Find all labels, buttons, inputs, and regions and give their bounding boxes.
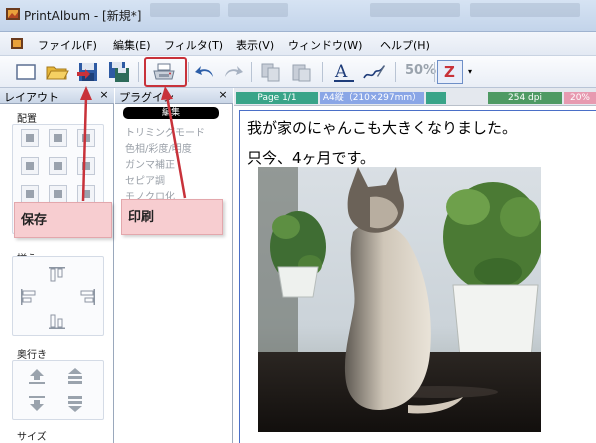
save-as-disk-icon (109, 62, 129, 82)
placement-section-title: 配置 (17, 114, 37, 125)
document-status-bar: Page 1/1 A4縦（210×297mm） 254 dpi 20% (234, 88, 596, 106)
title-bar: PrintAlbum - [新規*] (0, 0, 596, 32)
menu-filter[interactable]: フィルタ(T) (164, 37, 223, 53)
toolbar-separator (322, 62, 323, 82)
save-button[interactable] (76, 60, 100, 84)
menu-edit[interactable]: 編集(E) (113, 37, 151, 53)
place-bottom-right-button[interactable] (77, 185, 95, 203)
dpi-indicator: 254 dpi (488, 92, 562, 104)
new-document-icon (16, 64, 36, 80)
document-area: Page 1/1 A4縦（210×297mm） 254 dpi 20% 我が家の… (234, 88, 596, 443)
document-text-line-1[interactable]: 我が家のにゃんこも大きくなりました。 (247, 117, 517, 138)
undo-button[interactable] (193, 60, 217, 84)
folder-icon (46, 66, 69, 80)
bring-to-front-icon[interactable] (65, 367, 85, 387)
plugin-panel-title: プラグイン (119, 91, 174, 104)
align-top-icon[interactable] (47, 265, 67, 285)
window-title: PrintAlbum - [新規*] (24, 9, 142, 23)
z-label: Z (444, 63, 455, 81)
toolbar-separator (138, 62, 139, 82)
place-bottom-center-button[interactable] (49, 185, 67, 203)
plugin-item-hue-saturation[interactable]: 色相/彩度/明度 (125, 140, 192, 155)
open-button[interactable] (45, 60, 69, 84)
document-page[interactable]: 我が家のにゃんこも大きくなりました。 只今、4ヶ月です。 (239, 110, 596, 443)
pen-icon (363, 65, 385, 79)
background-window-text (150, 3, 220, 17)
toolbar-separator (188, 62, 189, 82)
place-center-button[interactable] (49, 157, 67, 175)
menu-file[interactable]: ファイル(F) (38, 37, 97, 53)
document-text-line-2[interactable]: 只今、4ヶ月です。 (247, 147, 375, 168)
draw-button[interactable] (362, 60, 386, 84)
paper-size-indicator: A4縦（210×297mm） (320, 92, 424, 104)
background-window-text (228, 3, 288, 17)
place-middle-right-button[interactable] (77, 157, 95, 175)
place-top-right-button[interactable] (77, 129, 95, 147)
zoom-level[interactable]: 50% (405, 63, 436, 78)
menu-window[interactable]: ウィンドウ(W) (288, 37, 362, 53)
align-left-icon[interactable] (19, 287, 39, 307)
dropdown-arrow-icon[interactable]: ▾ (468, 67, 472, 76)
align-bottom-icon[interactable] (47, 311, 67, 331)
layout-panel-header: レイアウト × (0, 88, 114, 104)
close-icon[interactable]: × (98, 89, 110, 101)
depth-section-title: 奥行き (17, 350, 47, 361)
background-window-text (470, 3, 580, 17)
plugin-item-gamma[interactable]: ガンマ補正 (125, 156, 175, 171)
place-bottom-left-button[interactable] (21, 185, 39, 203)
status-spacer (426, 92, 446, 104)
copy-button[interactable] (259, 60, 283, 84)
bring-forward-icon[interactable] (27, 367, 47, 387)
toolbar-separator (251, 62, 252, 82)
print-button-highlight (144, 57, 187, 87)
toolbar-separator (434, 62, 435, 82)
plugin-panel: プラグイン × 編集 トリミングモード 色相/彩度/明度 ガンマ補正 セピア調 … (115, 88, 233, 443)
menu-bar: ファイル(F) 編集(E) フィルタ(T) 表示(V) ウィンドウ(W) ヘルプ… (0, 32, 596, 56)
send-to-back-icon[interactable] (65, 393, 85, 413)
text-button[interactable]: A (332, 60, 356, 84)
copy-icon (261, 63, 280, 82)
size-section-title: サイズ (17, 432, 47, 443)
send-backward-icon[interactable] (27, 393, 47, 413)
zoom-indicator: 20% (564, 92, 596, 104)
place-middle-left-button[interactable] (21, 157, 39, 175)
save-as-button[interactable] (107, 60, 131, 84)
place-top-center-button[interactable] (49, 129, 67, 147)
redo-button[interactable] (221, 60, 245, 84)
paste-icon (292, 64, 311, 82)
cat-photo[interactable] (258, 167, 541, 432)
app-menu-icon[interactable] (10, 37, 24, 51)
print-callout: 印刷 (121, 199, 223, 235)
background-window-text (370, 3, 460, 17)
plugin-category-badge[interactable]: 編集 (123, 107, 219, 119)
plugin-item-trimming[interactable]: トリミングモード (125, 124, 205, 139)
toolbar: A 50% Z ▾ (0, 56, 596, 88)
plugin-panel-header: プラグイン × (115, 88, 233, 104)
close-icon[interactable]: × (217, 89, 229, 101)
new-button[interactable] (14, 60, 38, 84)
place-top-left-button[interactable] (21, 129, 39, 147)
depth-group (12, 360, 104, 420)
layout-panel-title: レイアウト (4, 91, 59, 104)
paste-button[interactable] (290, 60, 314, 84)
toolbar-separator (395, 62, 396, 82)
layout-panel: レイアウト × 配置 揃え 奥行き (0, 88, 114, 443)
app-icon (6, 8, 20, 20)
menu-view[interactable]: 表示(V) (236, 37, 274, 53)
redo-icon (225, 66, 243, 77)
plugin-item-sepia[interactable]: セピア調 (125, 172, 165, 187)
undo-icon (195, 66, 213, 77)
align-group (12, 256, 104, 336)
save-disk-icon (77, 63, 97, 81)
text-tool-glyph: A (334, 62, 348, 82)
align-right-icon[interactable] (77, 287, 97, 307)
page-indicator: Page 1/1 (236, 92, 318, 104)
save-callout: 保存 (14, 202, 112, 238)
menu-help[interactable]: ヘルプ(H) (380, 37, 430, 53)
text-tool-icon: A (334, 62, 354, 82)
z-button[interactable]: Z (437, 60, 463, 84)
